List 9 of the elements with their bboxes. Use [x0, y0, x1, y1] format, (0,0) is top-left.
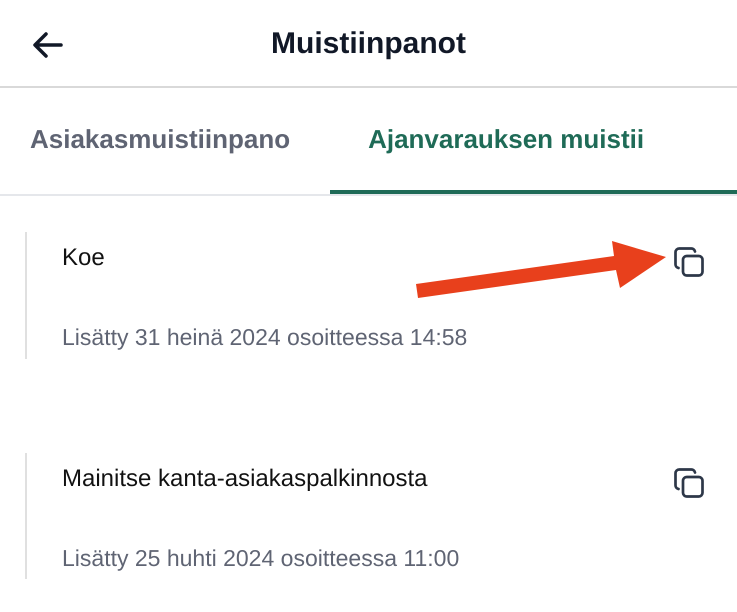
note-timestamp: Lisätty 25 huhti 2024 osoitteessa 11:00: [62, 544, 460, 573]
note-text: Koe: [62, 243, 105, 273]
back-arrow-icon[interactable]: [32, 31, 64, 59]
copy-icon[interactable]: [671, 244, 707, 280]
page-title: Muistiinpanot: [271, 26, 466, 62]
tab[interactable]: Asiakasmuistiinpano: [0, 88, 330, 194]
tab[interactable]: Ajanvarauksen muistii: [330, 88, 737, 194]
note-timestamp: Lisätty 31 heinä 2024 osoitteessa 14:58: [62, 323, 468, 352]
note-text: Mainitse kanta-asiakaspalkinnosta: [62, 464, 428, 494]
